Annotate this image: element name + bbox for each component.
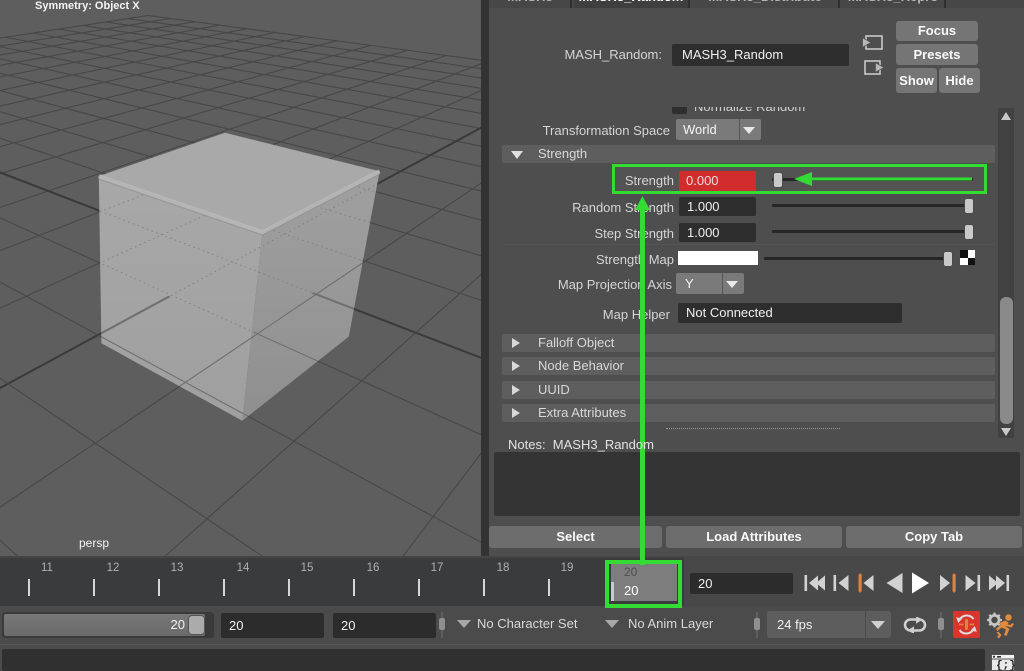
svg-text:{;}: {;}: [996, 660, 1015, 671]
